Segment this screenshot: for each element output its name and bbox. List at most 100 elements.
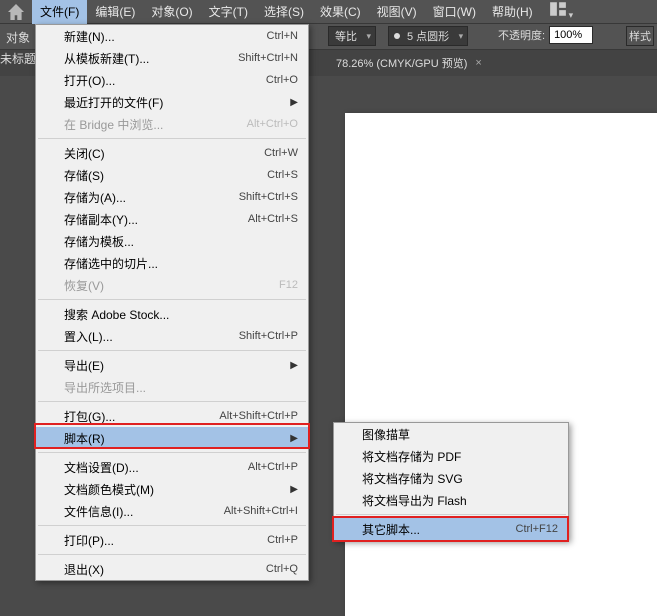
- menu-item: 导出所选项目...: [36, 376, 308, 398]
- document-tab[interactable]: 78.26% (CMYK/GPU 预览) ×: [328, 50, 490, 76]
- menu-item-label: 存储选中的切片...: [64, 255, 298, 272]
- close-icon[interactable]: ×: [475, 57, 481, 69]
- menu-separator: [38, 350, 306, 351]
- menu-item[interactable]: 搜索 Adobe Stock...: [36, 303, 308, 325]
- menu-item-label: 导出(E): [64, 357, 284, 374]
- menu-item[interactable]: 文档设置(D)...Alt+Ctrl+P: [36, 456, 308, 478]
- doctab-prefix: 未标题: [0, 50, 36, 67]
- menu-shortcut: Alt+Ctrl+O: [247, 118, 298, 130]
- menu-item[interactable]: 退出(X)Ctrl+Q: [36, 558, 308, 580]
- menu-item-label: 打印(P)...: [64, 532, 267, 549]
- menu-shortcut: Alt+Shift+Ctrl+I: [224, 505, 298, 517]
- menu-separator: [336, 514, 566, 515]
- menu-shortcut: Shift+Ctrl+N: [238, 52, 298, 64]
- object-label: 对象: [6, 29, 30, 46]
- menu-separator: [38, 452, 306, 453]
- menu-item[interactable]: 打开(O)...Ctrl+O: [36, 69, 308, 91]
- menu-item-label: 打包(G)...: [64, 408, 219, 425]
- menu-item[interactable]: 导出(E) ▶: [36, 354, 308, 376]
- menu-shortcut: Alt+Shift+Ctrl+P: [219, 410, 298, 422]
- home-icon[interactable]: [8, 4, 24, 20]
- menu-item-label: 图像描草: [362, 426, 558, 443]
- file-menu: 新建(N)...Ctrl+N从模板新建(T)...Shift+Ctrl+N打开(…: [35, 24, 309, 581]
- arrange-icon[interactable]: ▾: [541, 0, 582, 24]
- dot-icon: [394, 33, 400, 39]
- menu-item-label: 将文档存储为 SVG: [362, 470, 558, 487]
- menu-item-label: 关闭(C): [64, 145, 264, 162]
- menu-item: 在 Bridge 中浏览...Alt+Ctrl+O: [36, 113, 308, 135]
- menu-item-label: 新建(N)...: [64, 28, 267, 45]
- doctab-title: 78.26% (CMYK/GPU 预览): [336, 55, 467, 71]
- menu-item[interactable]: 存储(S)Ctrl+S: [36, 164, 308, 186]
- menu-item[interactable]: 存储为模板...: [36, 230, 308, 252]
- menu-item-label: 在 Bridge 中浏览...: [64, 116, 247, 133]
- menu-shortcut: Ctrl+S: [267, 169, 298, 181]
- menu-item[interactable]: 关闭(C)Ctrl+W: [36, 142, 308, 164]
- menu-item[interactable]: 将文档存储为 SVG: [334, 467, 568, 489]
- menu-item-label: 将文档导出为 Flash: [362, 492, 558, 509]
- menu-shortcut: Alt+Ctrl+S: [248, 213, 298, 225]
- ratio-dropdown[interactable]: 等比: [328, 26, 376, 46]
- opacity-label: 不透明度:: [498, 27, 545, 43]
- menu-item-label: 存储(S): [64, 167, 267, 184]
- menu-item: 恢复(V)F12: [36, 274, 308, 296]
- menu-shortcut: Ctrl+N: [267, 30, 298, 42]
- shape-dropdown[interactable]: 5 点圆形: [388, 26, 468, 46]
- menu-separator: [38, 525, 306, 526]
- menubar: 文件(F)编辑(E)对象(O)文字(T)选择(S)效果(C)视图(V)窗口(W)…: [0, 0, 657, 24]
- menu-item[interactable]: 打印(P)...Ctrl+P: [36, 529, 308, 551]
- menu-item-label: 存储副本(Y)...: [64, 211, 248, 228]
- menu-shortcut: Ctrl+P: [267, 534, 298, 546]
- menu-item[interactable]: 将文档导出为 Flash: [334, 489, 568, 511]
- highlight-box-script: [34, 423, 310, 449]
- menubar-item[interactable]: 对象(O): [143, 0, 200, 24]
- menu-item-label: 搜索 Adobe Stock...: [64, 306, 298, 323]
- opacity-input[interactable]: [549, 26, 593, 44]
- menu-item-label: 将文档存储为 PDF: [362, 448, 558, 465]
- menu-separator: [38, 138, 306, 139]
- menu-shortcut: Shift+Ctrl+P: [239, 330, 298, 342]
- menu-item[interactable]: 文档颜色模式(M) ▶: [36, 478, 308, 500]
- menu-separator: [38, 299, 306, 300]
- menu-shortcut: Alt+Ctrl+P: [248, 461, 298, 473]
- menu-shortcut: Ctrl+W: [264, 147, 298, 159]
- submenu-arrow-icon: ▶: [290, 97, 298, 108]
- menu-item[interactable]: 从模板新建(T)...Shift+Ctrl+N: [36, 47, 308, 69]
- menubar-item[interactable]: 选择(S): [256, 0, 312, 24]
- submenu-arrow-icon: ▶: [290, 360, 298, 371]
- menu-separator: [38, 401, 306, 402]
- menu-item-label: 导出所选项目...: [64, 379, 298, 396]
- menu-item[interactable]: 新建(N)...Ctrl+N: [36, 25, 308, 47]
- menu-item-label: 文档颜色模式(M): [64, 481, 284, 498]
- style-button[interactable]: 样式: [626, 26, 654, 46]
- menubar-item[interactable]: 编辑(E): [87, 0, 143, 24]
- menu-item-label: 存储为模板...: [64, 233, 298, 250]
- menu-item-label: 文件信息(I)...: [64, 503, 224, 520]
- menu-shortcut: F12: [279, 279, 298, 291]
- submenu-arrow-icon: ▶: [290, 484, 298, 495]
- menu-item[interactable]: 图像描草: [334, 423, 568, 445]
- menubar-item[interactable]: 文件(F): [32, 0, 87, 24]
- menubar-item[interactable]: 文字(T): [201, 0, 256, 24]
- menu-item[interactable]: 存储选中的切片...: [36, 252, 308, 274]
- menu-item-label: 退出(X): [64, 561, 266, 578]
- menu-item[interactable]: 存储为(A)...Shift+Ctrl+S: [36, 186, 308, 208]
- menu-item[interactable]: 将文档存储为 PDF: [334, 445, 568, 467]
- menubar-item[interactable]: 帮助(H): [484, 0, 541, 24]
- menubar-item[interactable]: 窗口(W): [425, 0, 484, 24]
- menu-item-label: 置入(L)...: [64, 328, 239, 345]
- menu-separator: [38, 554, 306, 555]
- menu-item[interactable]: 存储副本(Y)...Alt+Ctrl+S: [36, 208, 308, 230]
- menu-item-label: 打开(O)...: [64, 72, 266, 89]
- menu-item[interactable]: 最近打开的文件(F)▶: [36, 91, 308, 113]
- menubar-item[interactable]: 效果(C): [312, 0, 369, 24]
- menu-item-label: 恢复(V): [64, 277, 279, 294]
- menubar-item[interactable]: 视图(V): [369, 0, 425, 24]
- menu-item[interactable]: 置入(L)...Shift+Ctrl+P: [36, 325, 308, 347]
- menu-item-label: 从模板新建(T)...: [64, 50, 238, 67]
- menu-item[interactable]: 文件信息(I)...Alt+Shift+Ctrl+I: [36, 500, 308, 522]
- menu-shortcut: Ctrl+Q: [266, 563, 298, 575]
- highlight-box-other-script: [332, 516, 569, 542]
- menu-shortcut: Shift+Ctrl+S: [239, 191, 298, 203]
- menu-shortcut: Ctrl+O: [266, 74, 298, 86]
